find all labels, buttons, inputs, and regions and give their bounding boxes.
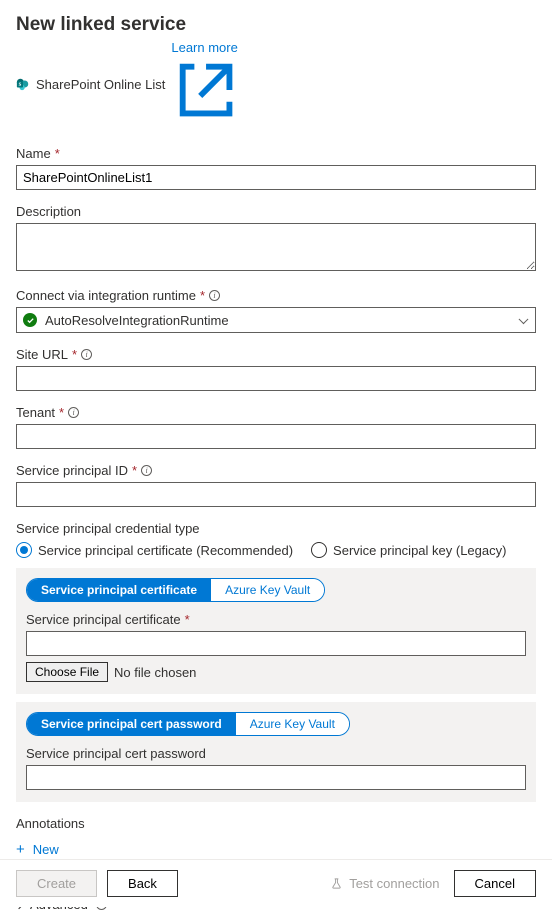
sharepoint-icon: S bbox=[16, 77, 30, 91]
info-icon[interactable]: i bbox=[209, 290, 220, 301]
annotations-label: Annotations bbox=[16, 816, 85, 831]
radio-key[interactable]: Service principal key (Legacy) bbox=[311, 542, 506, 558]
required-asterisk: * bbox=[185, 612, 190, 627]
radio-key-label: Service principal key (Legacy) bbox=[333, 543, 506, 558]
pill-cert[interactable]: Service principal certificate bbox=[27, 579, 211, 601]
name-input[interactable] bbox=[16, 165, 536, 190]
name-label: Name bbox=[16, 146, 51, 161]
connect-runtime-select[interactable]: AutoResolveIntegrationRuntime bbox=[16, 307, 536, 333]
required-asterisk: * bbox=[72, 347, 77, 362]
required-asterisk: * bbox=[200, 288, 205, 303]
description-textarea[interactable] bbox=[16, 223, 536, 271]
connect-label: Connect via integration runtime bbox=[16, 288, 196, 303]
radio-cert[interactable]: Service principal certificate (Recommend… bbox=[16, 542, 293, 558]
cert-source-pills: Service principal certificate Azure Key … bbox=[26, 578, 325, 602]
pill-pwd-akv[interactable]: Azure Key Vault bbox=[236, 713, 349, 735]
check-circle-icon bbox=[23, 313, 37, 327]
cert-pwd-input[interactable] bbox=[26, 765, 526, 790]
cancel-button[interactable]: Cancel bbox=[454, 870, 536, 897]
add-annotation-label: New bbox=[33, 842, 59, 857]
connect-runtime-value: AutoResolveIntegrationRuntime bbox=[45, 313, 229, 328]
cert-pwd-block: Service principal cert password Azure Ke… bbox=[16, 702, 536, 802]
info-icon[interactable]: i bbox=[141, 465, 152, 476]
tenant-label: Tenant bbox=[16, 405, 55, 420]
required-asterisk: * bbox=[59, 405, 64, 420]
add-annotation-button[interactable]: + New bbox=[16, 841, 59, 858]
pwd-label: Service principal cert password bbox=[26, 746, 206, 761]
info-icon[interactable]: i bbox=[81, 349, 92, 360]
subtitle-text: SharePoint Online List bbox=[36, 77, 165, 92]
radio-cert-label: Service principal certificate (Recommend… bbox=[38, 543, 293, 558]
sp-id-label: Service principal ID bbox=[16, 463, 128, 478]
cred-type-label: Service principal credential type bbox=[16, 521, 200, 536]
footer-bar: Create Back Test connection Cancel bbox=[0, 859, 552, 907]
create-button: Create bbox=[16, 870, 97, 897]
required-asterisk: * bbox=[55, 146, 60, 161]
learn-more-link[interactable]: Learn more bbox=[171, 40, 241, 128]
tenant-input[interactable] bbox=[16, 424, 536, 449]
plus-icon: + bbox=[16, 841, 25, 858]
site-url-label: Site URL bbox=[16, 347, 68, 362]
svg-text:S: S bbox=[19, 83, 22, 88]
cert-input[interactable] bbox=[26, 631, 526, 656]
back-button[interactable]: Back bbox=[107, 870, 178, 897]
page-title: New linked service bbox=[16, 14, 536, 36]
pill-akv[interactable]: Azure Key Vault bbox=[211, 579, 324, 601]
pwd-source-pills: Service principal cert password Azure Ke… bbox=[26, 712, 350, 736]
sp-id-input[interactable] bbox=[16, 482, 536, 507]
site-url-input[interactable] bbox=[16, 366, 536, 391]
test-connection-button: Test connection bbox=[330, 876, 439, 891]
external-link-icon bbox=[171, 113, 241, 128]
test-connection-label: Test connection bbox=[349, 876, 439, 891]
description-label: Description bbox=[16, 204, 81, 219]
no-file-text: No file chosen bbox=[114, 665, 196, 680]
choose-file-button[interactable]: Choose File bbox=[26, 662, 108, 682]
cert-block: Service principal certificate Azure Key … bbox=[16, 568, 536, 694]
required-asterisk: * bbox=[132, 463, 137, 478]
cert-label: Service principal certificate bbox=[26, 612, 181, 627]
pill-pwd[interactable]: Service principal cert password bbox=[27, 713, 236, 735]
info-icon[interactable]: i bbox=[68, 407, 79, 418]
flask-icon bbox=[330, 877, 343, 890]
